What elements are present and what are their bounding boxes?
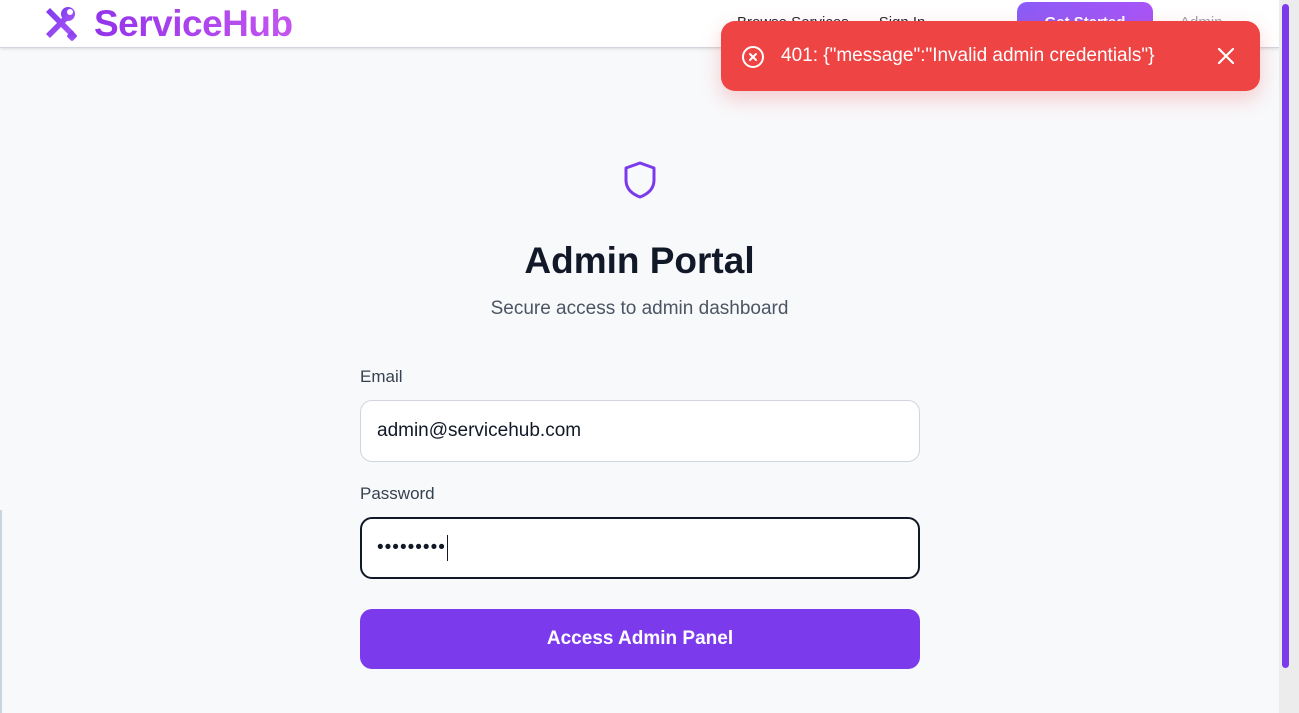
close-icon[interactable] (1215, 45, 1237, 67)
password-mask: ••••••••• (377, 537, 446, 558)
error-toast: 401: {"message":"Invalid admin credentia… (721, 21, 1260, 91)
password-label: Password (360, 484, 435, 503)
left-edge-divider (0, 510, 2, 713)
tools-icon (38, 4, 82, 44)
brand-name: ServiceHub (94, 3, 293, 44)
password-field[interactable]: ••••••••• (360, 517, 920, 579)
email-label: Email (360, 367, 403, 386)
page-scrollbar-thumb[interactable] (1282, 4, 1289, 668)
text-caret (446, 535, 448, 561)
brand-logo[interactable]: ServiceHub (38, 4, 293, 44)
access-admin-panel-button[interactable]: Access Admin Panel (360, 609, 920, 669)
shield-icon (622, 160, 658, 200)
page-subtitle: Secure access to admin dashboard (490, 298, 789, 319)
x-circle-icon (741, 45, 765, 69)
email-field[interactable]: admin@servicehub.com (360, 400, 920, 462)
email-value: admin@servicehub.com (377, 420, 582, 441)
page-title: Admin Portal (524, 240, 755, 281)
toast-message: 401: {"message":"Invalid admin credentia… (781, 45, 1155, 66)
